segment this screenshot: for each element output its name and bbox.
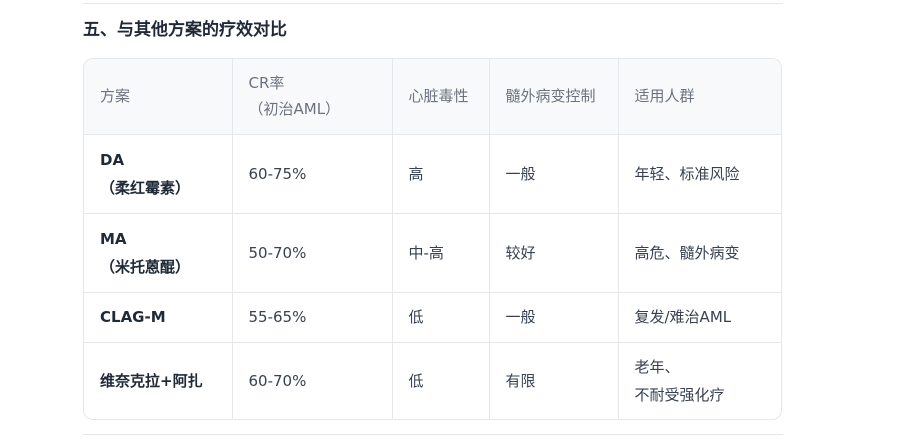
header-row: 方案 CR率 （初治AML） 心脏毒性 髓外病变控制 适用人群 <box>84 59 781 135</box>
scheme-drug: （柔红霉素） <box>100 178 191 197</box>
cardiotoxicity-value: 高 <box>408 164 424 183</box>
header-cardiotoxicity-label: 心脏毒性 <box>408 87 469 106</box>
comparison-table-container: 方案 CR率 （初治AML） 心脏毒性 髓外病变控制 适用人群 DA （柔红霉素… <box>83 58 782 420</box>
table-row: MA （米托蒽醌） 50-70% 中-高 较好 高危、髓外病变 <box>84 213 781 293</box>
cardiotoxicity-value: 中-高 <box>408 243 444 262</box>
scheme-name: 维奈克拉+阿扎 <box>100 371 203 390</box>
cell-extramedullary: 一般 <box>489 292 619 343</box>
population-value: 年轻、标准风险 <box>634 164 740 183</box>
table-header: 方案 CR率 （初治AML） 心脏毒性 髓外病变控制 适用人群 <box>84 59 781 135</box>
cell-population: 复发/难治AML <box>618 292 781 343</box>
extramedullary-value: 一般 <box>505 308 536 326</box>
scheme-drug: （米托蒽醌） <box>100 257 191 276</box>
population-value: 高危、髓外病变 <box>634 243 740 262</box>
cell-scheme: MA （米托蒽醌） <box>84 213 233 293</box>
extramedullary-value: 较好 <box>505 243 536 262</box>
header-extramedullary-label: 髓外病变控制 <box>505 87 596 106</box>
cardiotoxicity-value: 低 <box>408 371 424 390</box>
table-row: CLAG-M 55-65% 低 一般 复发/难治AML <box>84 292 781 343</box>
extramedullary-value: 一般 <box>505 164 536 183</box>
cell-population: 高危、髓外病变 <box>618 213 781 293</box>
header-cr-rate-label: CR率 <box>248 74 285 93</box>
cell-cardiotoxicity: 中-高 <box>392 213 490 293</box>
table-row: DA （柔红霉素） 60-75% 高 一般 年轻、标准风险 <box>84 134 781 214</box>
scheme-name: CLAG-M <box>100 308 166 326</box>
header-cardiotoxicity: 心脏毒性 <box>392 59 490 135</box>
cr-rate-value: 60-75% <box>248 164 307 183</box>
table-body: DA （柔红霉素） 60-75% 高 一般 年轻、标准风险 MA （米托蒽醌） … <box>84 134 781 419</box>
header-scheme: 方案 <box>84 59 233 135</box>
top-divider <box>83 3 783 4</box>
header-cr-rate: CR率 （初治AML） <box>232 59 393 135</box>
cr-rate-value: 50-70% <box>248 243 307 262</box>
cell-cr-rate: 60-70% <box>232 342 393 419</box>
table-row: 维奈克拉+阿扎 60-70% 低 有限 老年、 不耐受强化疗 <box>84 342 781 419</box>
cell-cr-rate: 50-70% <box>232 213 393 293</box>
header-extramedullary: 髓外病变控制 <box>489 59 619 135</box>
population-value: 老年、 <box>634 357 680 376</box>
cr-rate-value: 55-65% <box>248 308 307 326</box>
cell-extramedullary: 有限 <box>489 342 619 419</box>
cell-cr-rate: 60-75% <box>232 134 393 214</box>
population-value: 复发/难治AML <box>634 308 732 326</box>
cell-cardiotoxicity: 低 <box>392 342 490 419</box>
section-title: 五、与其他方案的疗效对比 <box>83 20 287 40</box>
cell-cardiotoxicity: 高 <box>392 134 490 214</box>
scheme-name: DA <box>100 150 125 169</box>
header-scheme-label: 方案 <box>100 87 131 106</box>
cr-rate-value: 60-70% <box>248 371 307 390</box>
header-population-label: 适用人群 <box>634 87 695 106</box>
cell-population: 年轻、标准风险 <box>618 134 781 214</box>
bottom-divider <box>83 434 783 435</box>
header-cr-rate-sublabel: （初治AML） <box>248 100 341 119</box>
cardiotoxicity-value: 低 <box>408 308 424 326</box>
cell-population: 老年、 不耐受强化疗 <box>618 342 781 419</box>
cell-scheme: CLAG-M <box>84 292 233 343</box>
cell-extramedullary: 一般 <box>489 134 619 214</box>
scheme-name: MA <box>100 229 127 248</box>
cell-cr-rate: 55-65% <box>232 292 393 343</box>
population-value-line2: 不耐受强化疗 <box>634 385 725 404</box>
cell-scheme: 维奈克拉+阿扎 <box>84 342 233 419</box>
cell-scheme: DA （柔红霉素） <box>84 134 233 214</box>
extramedullary-value: 有限 <box>505 371 536 390</box>
page: 五、与其他方案的疗效对比 方案 CR率 （初治AML） 心脏毒性 髓外病变控制 … <box>0 0 909 440</box>
cell-cardiotoxicity: 低 <box>392 292 490 343</box>
header-population: 适用人群 <box>618 59 781 135</box>
cell-extramedullary: 较好 <box>489 213 619 293</box>
comparison-table: 方案 CR率 （初治AML） 心脏毒性 髓外病变控制 适用人群 DA （柔红霉素… <box>84 59 781 419</box>
